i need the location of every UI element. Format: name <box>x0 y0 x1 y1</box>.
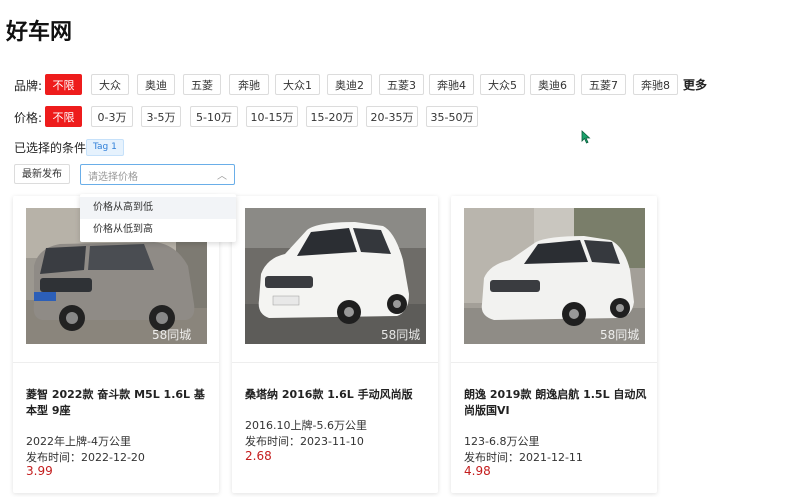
page-title: 好车网 <box>6 20 73 45</box>
car-publish-time: 发布时间：2022-12-20 <box>26 451 145 464</box>
car-publish-time: 发布时间：2021-12-11 <box>464 451 583 464</box>
brand-option[interactable]: 大众5 <box>480 74 525 95</box>
price-option[interactable]: 15-20万 <box>306 106 358 127</box>
price-filter-label: 价格: <box>14 111 43 125</box>
car-price: 3.99 <box>26 464 53 478</box>
condition-tag[interactable]: Tag 1 <box>86 139 124 156</box>
price-sort-select[interactable]: 请选择价格 ︿ <box>80 164 235 185</box>
selected-conditions-label: 已选择的条件: <box>14 141 91 155</box>
car-title[interactable]: 朗逸 2019款 朗逸启航 1.5L 自动风尚版国VI <box>464 387 649 419</box>
photo-watermark: 58同城 <box>152 328 191 342</box>
brand-option[interactable]: 奥迪2 <box>327 74 372 95</box>
photo-watermark: 58同城 <box>600 328 639 342</box>
sort-option-low-to-high[interactable]: 价格从低到高 <box>80 219 236 241</box>
brand-option[interactable]: 奔驰8 <box>633 74 678 95</box>
brand-option[interactable]: 奥迪 <box>137 74 175 95</box>
brand-option-all[interactable]: 不限 <box>45 74 82 95</box>
sort-option-high-to-low[interactable]: 价格从高到低 <box>80 197 236 219</box>
car-photo[interactable]: 58同城 <box>464 208 645 344</box>
price-option[interactable]: 5-10万 <box>190 106 238 127</box>
price-sort-placeholder: 请选择价格 <box>88 172 138 183</box>
price-sort-dropdown: 价格从高到低 价格从低到高 <box>80 194 236 242</box>
price-option[interactable]: 35-50万 <box>426 106 478 127</box>
mouse-cursor-icon <box>581 129 591 148</box>
latest-sort-button[interactable]: 最新发布 <box>14 164 70 184</box>
brand-option[interactable]: 奔驰4 <box>429 74 474 95</box>
car-price: 2.68 <box>245 449 272 463</box>
price-option[interactable]: 0-3万 <box>91 106 133 127</box>
car-photo[interactable]: 58同城 <box>245 208 426 344</box>
brand-option[interactable]: 大众1 <box>275 74 320 95</box>
brand-option[interactable]: 五菱 <box>183 74 221 95</box>
car-title[interactable]: 桑塔纳 2016款 1.6L 手动风尚版 <box>245 387 430 403</box>
car-plate-mileage: 2016.10上牌-5.6万公里 <box>245 419 367 432</box>
brand-option[interactable]: 大众 <box>91 74 129 95</box>
car-card[interactable]: 58同城 朗逸 2019款 朗逸启航 1.5L 自动风尚版国VI 123-6.8… <box>451 196 657 493</box>
photo-watermark: 58同城 <box>381 328 420 342</box>
brand-option[interactable]: 奥迪6 <box>530 74 575 95</box>
more-brands-link[interactable]: 更多 <box>683 76 707 93</box>
brand-option[interactable]: 五菱3 <box>379 74 424 95</box>
price-option[interactable]: 10-15万 <box>246 106 298 127</box>
car-publish-time: 发布时间：2023-11-10 <box>245 435 364 448</box>
car-plate-mileage: 123-6.8万公里 <box>464 435 540 448</box>
car-price: 4.98 <box>464 464 491 478</box>
price-option[interactable]: 20-35万 <box>366 106 418 127</box>
car-title[interactable]: 菱智 2022款 奋斗款 M5L 1.6L 基本型 9座 <box>26 387 211 419</box>
brand-filter-label: 品牌: <box>14 79 43 93</box>
brand-option[interactable]: 奔驰 <box>229 74 269 95</box>
chevron-up-icon: ︿ <box>217 171 227 182</box>
car-card[interactable]: 58同城 桑塔纳 2016款 1.6L 手动风尚版 2016.10上牌-5.6万… <box>232 196 438 493</box>
price-option[interactable]: 3-5万 <box>141 106 181 127</box>
car-plate-mileage: 2022年上牌-4万公里 <box>26 435 131 448</box>
price-option-all[interactable]: 不限 <box>45 106 82 127</box>
brand-option[interactable]: 五菱7 <box>581 74 626 95</box>
